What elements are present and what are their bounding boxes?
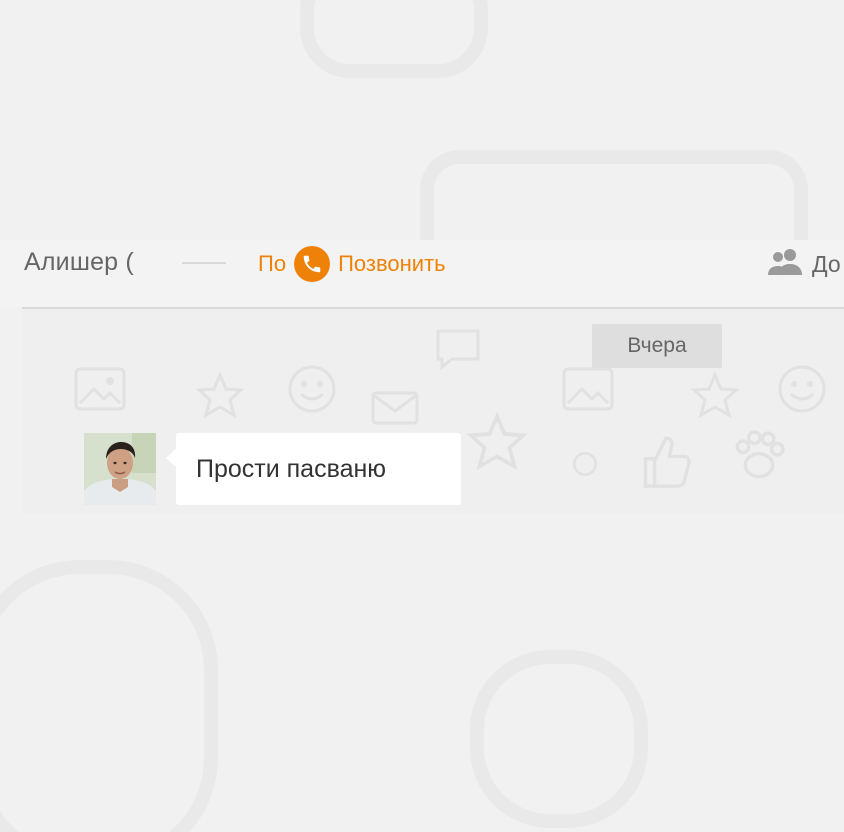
background-shape [300,0,488,78]
circle-doodle-icon [572,451,598,477]
image-doodle-icon [562,367,614,411]
phone-icon [294,246,331,282]
contact-name[interactable]: Алишер ( [24,248,134,277]
message-bubble[interactable]: Прости пасваню [176,433,461,505]
image-doodle-icon [74,367,126,411]
mail-doodle-icon [371,391,419,425]
friends-button[interactable]: До [768,246,841,282]
date-separator: Вчера [592,324,722,368]
call-prefix-text: По [258,251,287,276]
call-label: Позвонить [338,251,446,276]
star-doodle-icon [466,411,528,471]
smiley-doodle-icon [778,365,826,413]
thumbs-up-doodle-icon [643,436,691,488]
friends-icon [768,247,804,282]
avatar[interactable] [84,433,156,505]
background-shape [470,650,648,828]
call-button[interactable]: По Позвонить [258,245,446,283]
chat-doodle-icon [436,329,480,371]
star-doodle-icon [690,371,740,419]
smiley-doodle-icon [288,365,336,413]
paw-doodle-icon [735,430,785,479]
background-shape [0,560,218,832]
star-doodle-icon [195,371,245,419]
chat-window: Алишер ( По Позвонить До Вчера Прости па… [0,0,844,832]
header-separator [182,262,226,264]
friends-label: До [812,250,841,277]
